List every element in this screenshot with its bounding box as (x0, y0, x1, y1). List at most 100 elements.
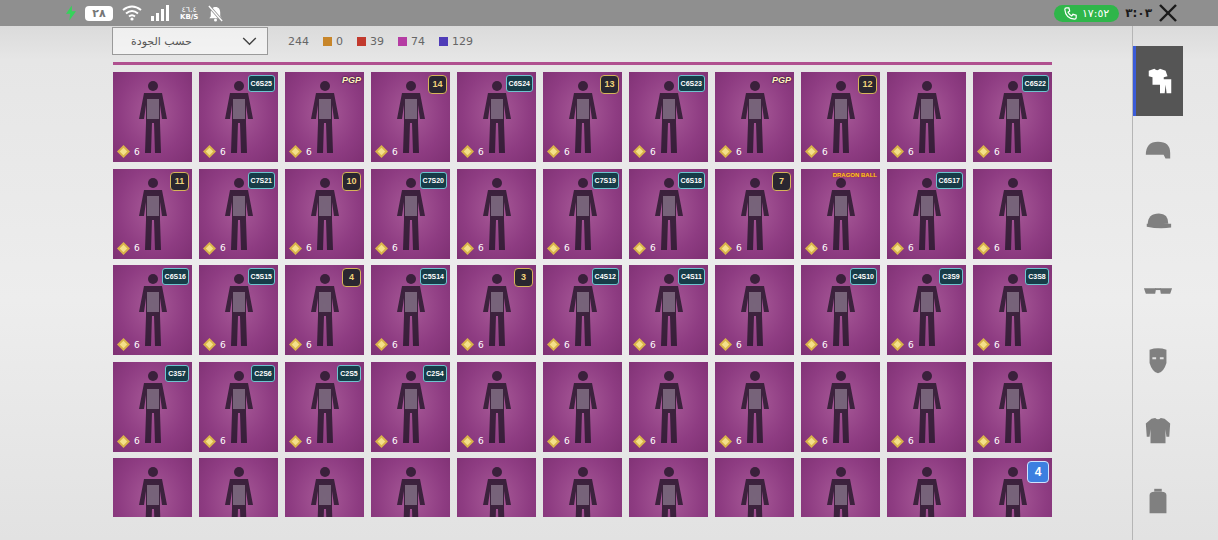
category-tab[interactable] (1133, 466, 1183, 536)
item-card[interactable]: 6 (715, 362, 794, 452)
outfit-icon (733, 176, 777, 252)
item-card[interactable]: C7S216 (199, 169, 278, 259)
count-text: 6 (220, 340, 226, 350)
category-tab[interactable] (1133, 116, 1183, 186)
diamond-icon (719, 435, 732, 448)
item-card[interactable]: PGP6 (715, 72, 794, 162)
category-tab[interactable] (1133, 186, 1183, 256)
item-card[interactable]: C3S86 (973, 265, 1052, 355)
item-card[interactable]: 6 (457, 169, 536, 259)
outfit-icon (131, 465, 175, 517)
item-card[interactable]: C3S76 (113, 362, 192, 452)
diamond-icon (633, 145, 646, 158)
diamond-icon (289, 145, 302, 158)
count-text: 6 (306, 340, 312, 350)
item-card[interactable]: C4S106 (801, 265, 880, 355)
item-card[interactable]: 126 (801, 72, 880, 162)
item-card[interactable]: 6 (887, 72, 966, 162)
diamond-icon (117, 145, 130, 158)
item-card[interactable] (113, 458, 192, 517)
diamond-icon (289, 338, 302, 351)
diamond-icon (633, 338, 646, 351)
category-tab[interactable] (1133, 326, 1183, 396)
item-card[interactable]: C6S186 (629, 169, 708, 259)
item-card[interactable]: 6 (715, 265, 794, 355)
item-card[interactable]: DRAGON BALL6 (801, 169, 880, 259)
chevron-down-icon (242, 37, 257, 46)
sort-dropdown[interactable]: حسب الجودة (112, 27, 268, 55)
outfit-icon (475, 272, 519, 348)
item-card[interactable]: 6 (457, 362, 536, 452)
diamond-icon (203, 242, 216, 255)
item-card[interactable]: 6 (973, 362, 1052, 452)
item-card[interactable]: 46 (285, 265, 364, 355)
category-tab[interactable] (1133, 256, 1183, 326)
item-card[interactable]: 116 (113, 169, 192, 259)
item-card[interactable]: C2S46 (371, 362, 450, 452)
outfit-icon (905, 369, 949, 445)
item-card[interactable]: 6 (801, 362, 880, 452)
charging-icon (66, 5, 76, 21)
item-card[interactable]: C2S56 (285, 362, 364, 452)
item-card[interactable]: C4S126 (543, 265, 622, 355)
item-card[interactable]: C2S66 (199, 362, 278, 452)
item-count: 6 (719, 435, 742, 448)
item-card[interactable]: 76 (715, 169, 794, 259)
count-text: 6 (134, 243, 140, 253)
item-card[interactable]: C5S15 6 (199, 265, 278, 355)
item-card[interactable] (801, 458, 880, 517)
count-text: 6 (736, 436, 742, 446)
item-card[interactable]: 6 (629, 362, 708, 452)
item-card[interactable]: 36 (457, 265, 536, 355)
item-card[interactable]: 136 (543, 72, 622, 162)
item-card[interactable]: C7S206 (371, 169, 450, 259)
item-card[interactable]: 6 (887, 362, 966, 452)
item-card[interactable]: 6 (543, 362, 622, 452)
outfit-icon (905, 465, 949, 517)
status-left: ٢٨٤٦.٤KB/S (66, 5, 224, 22)
item-card[interactable]: 6 (973, 169, 1052, 259)
diamond-icon (719, 242, 732, 255)
diamond-icon (719, 145, 732, 158)
rarity-count: 74 (398, 35, 425, 48)
call-indicator[interactable]: ١٧:٥٢ (1054, 5, 1119, 22)
item-card[interactable]: C6S166 (113, 265, 192, 355)
outfit-icon (1145, 66, 1175, 96)
item-card[interactable]: C6S176 (887, 169, 966, 259)
item-card[interactable]: 146 (371, 72, 450, 162)
item-count: 6 (203, 338, 226, 351)
item-badge: C5S15 (248, 268, 275, 285)
category-tab[interactable] (1133, 46, 1183, 116)
item-badge: C5S14 (420, 268, 447, 285)
item-badge: 12 (858, 75, 877, 94)
item-card[interactable]: C6S236 (629, 72, 708, 162)
rarity-swatch (323, 37, 332, 46)
item-card[interactable]: C4S116 (629, 265, 708, 355)
item-card[interactable]: C6S226 (973, 72, 1052, 162)
item-card[interactable]: C6S256 (199, 72, 278, 162)
item-badge: DRAGON BALL (833, 172, 877, 178)
item-card[interactable]: C5S146 (371, 265, 450, 355)
item-card[interactable] (715, 458, 794, 517)
item-card[interactable]: 6 (113, 72, 192, 162)
outfit-icon (991, 369, 1035, 445)
item-card[interactable]: C7S196 (543, 169, 622, 259)
item-card[interactable]: PGP6 (285, 72, 364, 162)
item-card[interactable] (543, 458, 622, 517)
item-badge: 4 (1027, 461, 1049, 483)
category-tab[interactable] (1133, 396, 1183, 466)
item-card[interactable] (887, 458, 966, 517)
close-button[interactable] (1158, 3, 1178, 23)
outfit-icon (819, 176, 863, 252)
item-card[interactable] (199, 458, 278, 517)
item-card[interactable] (457, 458, 536, 517)
item-card[interactable]: 4 (973, 458, 1052, 517)
item-card[interactable]: 106 (285, 169, 364, 259)
item-card[interactable] (285, 458, 364, 517)
count-text: 6 (392, 147, 398, 157)
item-card[interactable]: C3S96 (887, 265, 966, 355)
item-count: 6 (375, 145, 398, 158)
item-card[interactable] (371, 458, 450, 517)
item-card[interactable] (629, 458, 708, 517)
item-card[interactable]: C6S246 (457, 72, 536, 162)
